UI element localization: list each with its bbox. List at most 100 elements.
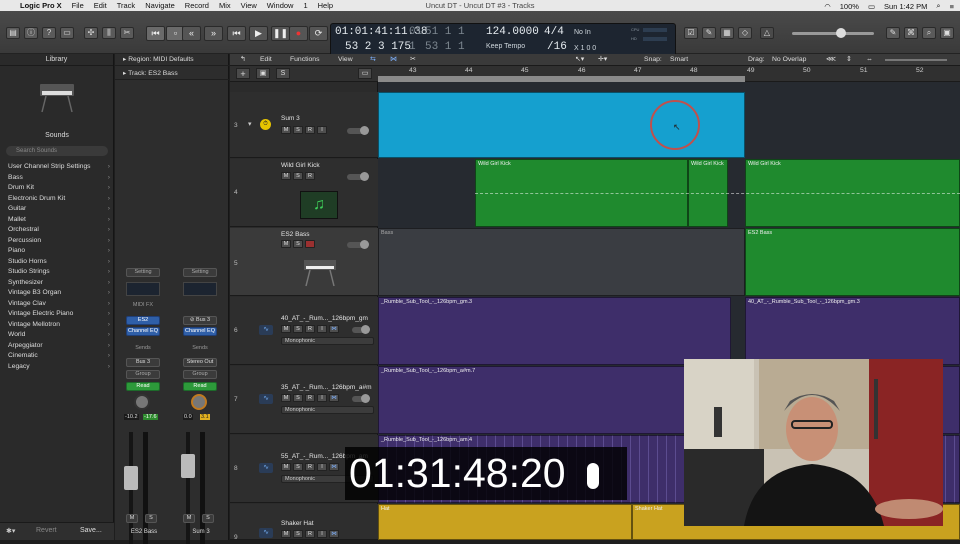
mute-button[interactable]: M [281, 463, 291, 471]
track-volume-knob[interactable] [347, 172, 369, 181]
channel-eq-slot[interactable]: Channel EQ [183, 327, 217, 336]
library-item[interactable]: User Channel Strip Settings › [0, 162, 114, 173]
revert-button[interactable]: Revert [36, 527, 57, 534]
flex-button[interactable]: ⋈ [329, 530, 339, 538]
master-volume-slider[interactable] [792, 28, 874, 38]
library-item[interactable]: World › [0, 330, 114, 341]
menu-navigate[interactable]: Navigate [145, 1, 175, 10]
track-header-hat[interactable]: 9 ∿ Shaker Hat M S R I ⋈ [230, 504, 378, 541]
scissors-icon[interactable]: ✂ [410, 55, 416, 65]
gear-icon[interactable]: ✱▾ [6, 527, 15, 535]
secondary-tool-icon[interactable]: ✛▾ [598, 55, 607, 65]
lcd-division[interactable]: /16 [547, 41, 567, 53]
lcd-signature[interactable]: 4/4 [544, 26, 564, 38]
library-item[interactable]: Electronic Drum Kit › [0, 194, 114, 205]
input-monitor-button[interactable]: I [317, 394, 327, 402]
mute-button[interactable]: M [281, 172, 291, 180]
global-solo-button[interactable]: S [276, 68, 290, 79]
input-monitor-button[interactable]: I [317, 325, 327, 333]
pause-button[interactable]: ❚❚ [271, 26, 290, 41]
track-header-es2[interactable]: 5 ES2 Bass MS [230, 228, 378, 296]
disclosure-triangle-icon[interactable]: ▾ [248, 120, 252, 128]
track-header[interactable]: ▸ Track: ES2 Bass [115, 68, 229, 80]
library-item[interactable]: Drum Kit › [0, 183, 114, 194]
skip-back-button[interactable]: ⏮ [227, 26, 246, 41]
mute-button[interactable]: M [281, 394, 291, 402]
menu-mix[interactable]: Mix [219, 1, 231, 10]
group-slot[interactable]: Group [126, 370, 160, 379]
drag-select[interactable]: No Overlap [772, 55, 806, 65]
mute-button[interactable]: M [126, 514, 138, 523]
menu-1[interactable]: 1 [303, 1, 307, 10]
audio-region[interactable]: Hat [378, 504, 632, 540]
quick-help-button[interactable]: ? [42, 27, 56, 39]
menu-app[interactable]: Logic Pro X [20, 1, 62, 10]
menu-edit[interactable]: Edit [94, 1, 107, 10]
channel-eq-slot[interactable]: Channel EQ [126, 327, 160, 336]
edit-menu[interactable]: Edit [260, 55, 272, 65]
fast-forward-button[interactable]: » [204, 26, 223, 41]
add-track-button[interactable]: + [236, 68, 250, 79]
record-enable-button[interactable]: R [305, 463, 315, 471]
record-enable-button[interactable] [305, 240, 315, 248]
folder-stack-icon[interactable]: ⏱ [260, 119, 271, 130]
global-tracks-icon[interactable]: ▭ [358, 68, 372, 79]
solo-button[interactable]: S [293, 394, 303, 402]
input-slot[interactable]: ⊘ Bus 3 [183, 316, 217, 325]
solo-button[interactable]: S [145, 514, 157, 523]
solo-button[interactable]: S [202, 514, 214, 523]
volume-fader[interactable] [124, 466, 138, 490]
track-volume-knob[interactable] [352, 394, 370, 403]
track-header-sum3[interactable]: 3 ▾ ⏱ Sum 3 MSRI [230, 92, 378, 158]
battery-icon[interactable]: ▭ [868, 2, 875, 11]
record-enable-button[interactable]: R [305, 325, 315, 333]
track-name[interactable]: ES2 Bass [281, 231, 310, 238]
library-item[interactable]: Piano › [0, 246, 114, 257]
input-monitor-button[interactable]: I [317, 126, 327, 134]
track-name[interactable]: Wild Girl Kick [281, 162, 320, 169]
audio-region[interactable]: 40_AT_-_Rumble_Sub_Tool_-_126bpm_gm.3 [745, 297, 960, 365]
pan-knob[interactable] [134, 394, 150, 410]
setting-button[interactable]: Setting [126, 268, 160, 277]
flex-mode-select[interactable]: Monophonic [281, 337, 374, 345]
track-volume-knob[interactable] [347, 240, 369, 249]
library-button[interactable]: ▤ [6, 27, 20, 39]
list-editors-button[interactable]: ☑ [684, 27, 698, 39]
track-volume-knob[interactable] [347, 126, 369, 135]
duplicate-track-icon[interactable]: ▣ [256, 68, 270, 79]
library-item[interactable]: Cinematic › [0, 351, 114, 362]
count-in-button[interactable]: ▦ [720, 27, 734, 39]
horizontal-zoom-icon[interactable]: ⇔ [866, 55, 873, 65]
mute-button[interactable]: M [281, 126, 291, 134]
output-slot[interactable]: Stereo Out [183, 358, 217, 367]
zoom-slider[interactable] [885, 59, 947, 61]
go-to-beginning-button[interactable]: ⏮ [146, 26, 165, 41]
lcd-tempo[interactable]: 124.0000 [486, 26, 539, 38]
functions-menu[interactable]: Functions [290, 55, 319, 65]
flex-button[interactable]: ⋈ [329, 394, 339, 402]
menu-record[interactable]: Record [185, 1, 209, 10]
automation-mode[interactable]: Read [183, 382, 217, 391]
rewind-button[interactable]: « [182, 26, 201, 41]
library-item[interactable]: Vintage B3 Organ › [0, 288, 114, 299]
library-item[interactable]: Guitar › [0, 204, 114, 215]
toolbar-button[interactable]: ▭ [60, 27, 74, 39]
library-item[interactable]: Studio Strings › [0, 267, 114, 278]
apple-loops-button[interactable]: ⌘ [904, 27, 918, 39]
solo-button[interactable]: S [293, 530, 303, 538]
automation-mode[interactable]: Read [126, 382, 160, 391]
eq-thumbnail[interactable] [183, 282, 217, 296]
lcd-tempo-mode[interactable]: Keep Tempo [486, 43, 525, 50]
metronome-button[interactable]: ◇ [738, 27, 752, 39]
track-name[interactable]: 40_AT_-_Rum..._126bpm_gm [281, 315, 368, 322]
track-header-kick[interactable]: 4 Wild Girl Kick MSR ♫ [230, 159, 378, 227]
pointer-tool-icon[interactable]: ↖▾ [575, 55, 584, 65]
editors-button[interactable]: ✂ [120, 27, 134, 39]
tuner-button[interactable]: ✎ [702, 27, 716, 39]
track-volume-knob[interactable] [352, 325, 370, 334]
track-header-audio-6[interactable]: 6 ∿ 40_AT_-_Rum..._126bpm_gm M S R I ⋈ Monop… [230, 297, 378, 365]
clock[interactable]: Sun 1:42 PM [884, 2, 927, 11]
mute-button[interactable]: M [281, 240, 291, 248]
mute-button[interactable]: M [183, 514, 195, 523]
record-enable-button[interactable]: R [305, 394, 315, 402]
